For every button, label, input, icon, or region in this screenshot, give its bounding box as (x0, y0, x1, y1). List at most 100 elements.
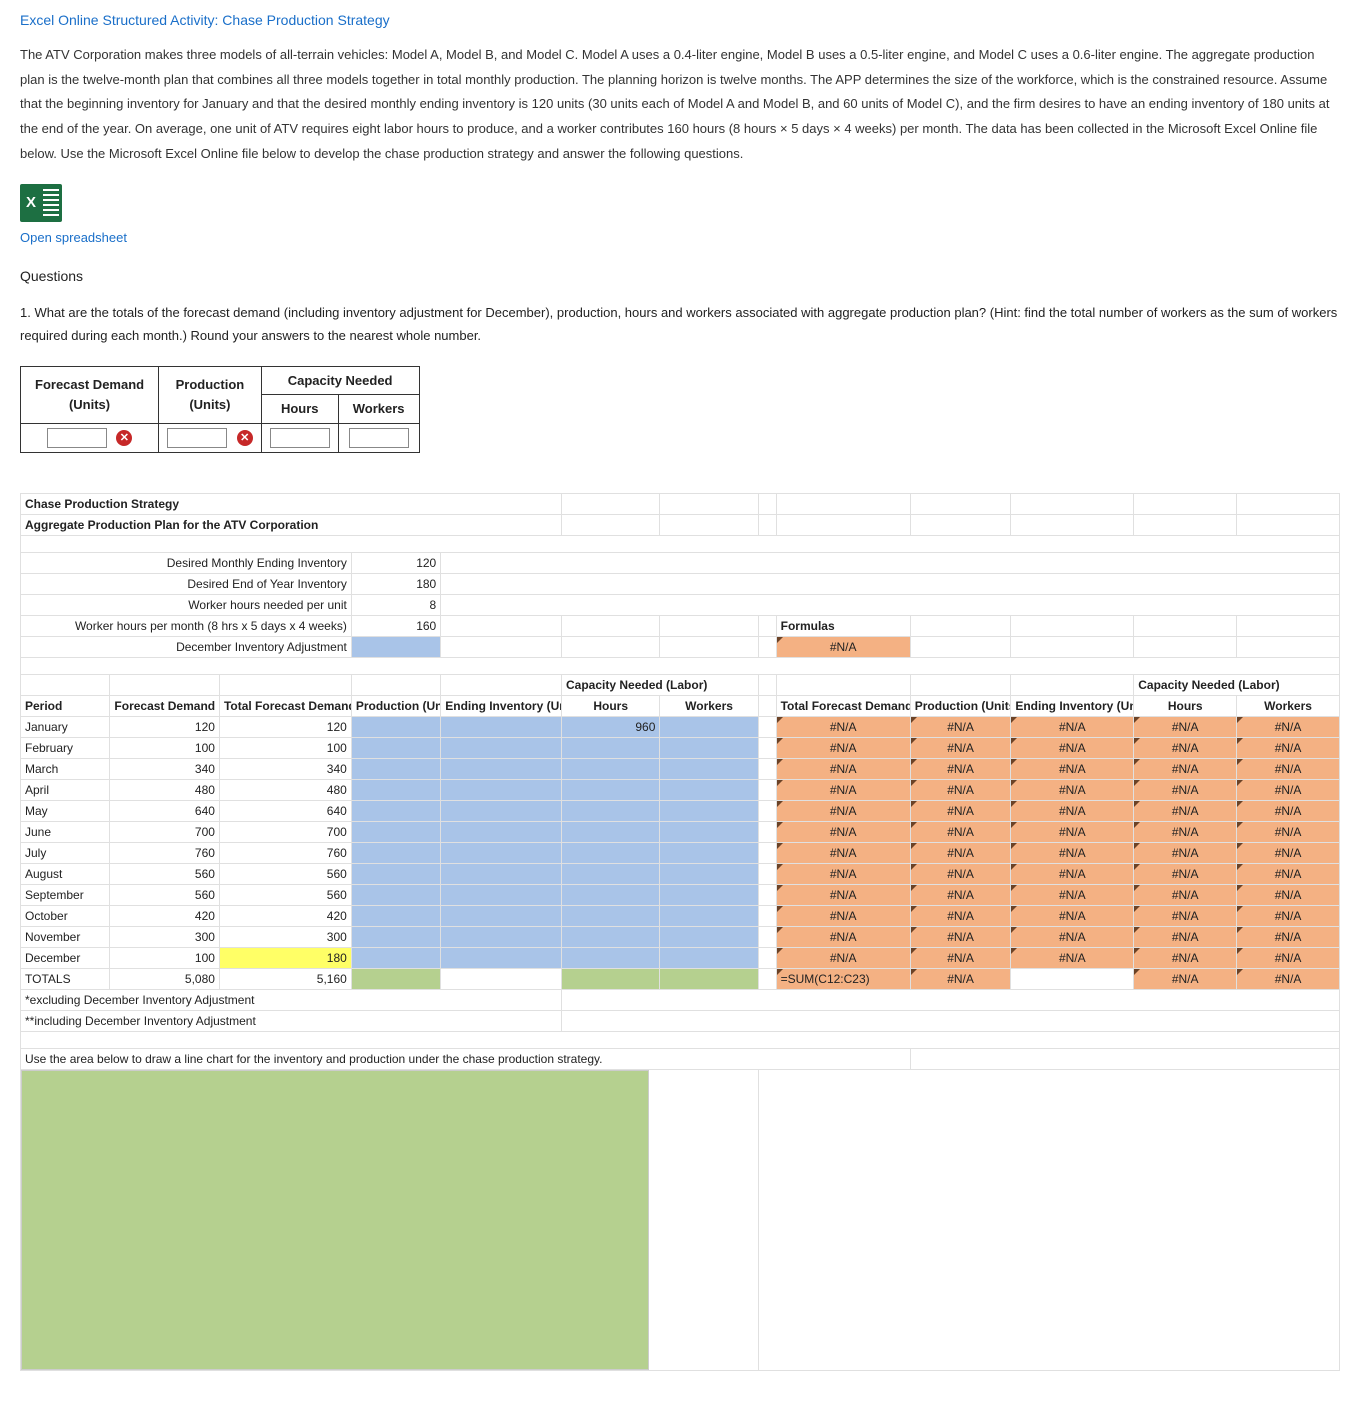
prod-cell[interactable] (351, 737, 440, 758)
prod-cell[interactable] (351, 758, 440, 779)
hours-input[interactable] (270, 428, 330, 448)
prod-cell[interactable] (351, 905, 440, 926)
forecast-demand-input[interactable] (47, 428, 107, 448)
workers-cell[interactable] (660, 947, 758, 968)
tfd-cell: 120 (219, 716, 351, 737)
period-cell: January (21, 716, 110, 737)
formula-cell: #N/A (776, 947, 910, 968)
formula-cell: #N/A (910, 842, 1011, 863)
tfd-cell: 700 (219, 821, 351, 842)
period-cell: February (21, 737, 110, 758)
workers-cell[interactable] (660, 758, 758, 779)
formula-cell: #N/A (776, 884, 910, 905)
wrong-icon: ✕ (116, 430, 132, 446)
hours-cell[interactable] (562, 947, 660, 968)
ei-cell[interactable] (441, 800, 562, 821)
tfd-cell: 180 (219, 947, 351, 968)
workers-cell[interactable] (660, 821, 758, 842)
ei-cell[interactable] (441, 779, 562, 800)
formula-cell: #N/A (910, 800, 1011, 821)
formula-cell: #N/A (1011, 863, 1134, 884)
ei-cell[interactable] (441, 926, 562, 947)
spreadsheet[interactable]: Chase Production Strategy Aggregate Prod… (20, 493, 1340, 1371)
hours-cell[interactable] (562, 884, 660, 905)
totals-label: TOTALS (21, 968, 110, 989)
fd-cell: 560 (110, 884, 220, 905)
activity-title-link[interactable]: Excel Online Structured Activity: Chase … (20, 10, 1344, 31)
workers-cell[interactable] (660, 842, 758, 863)
workers-cell[interactable] (660, 884, 758, 905)
hours-cell[interactable] (562, 821, 660, 842)
workers-cell[interactable] (660, 926, 758, 947)
param-value: 160 (351, 615, 440, 636)
excel-icon[interactable]: X (20, 184, 62, 222)
hours-cell[interactable] (562, 779, 660, 800)
workers-input[interactable] (349, 428, 409, 448)
ei-cell[interactable] (441, 884, 562, 905)
ei-cell[interactable] (441, 842, 562, 863)
formula-cell: #N/A (1011, 905, 1134, 926)
workers-cell[interactable] (660, 863, 758, 884)
open-spreadsheet-link[interactable]: Open spreadsheet (20, 228, 127, 248)
formula-cell: #N/A (1011, 758, 1134, 779)
ans-header-hours: Hours (261, 395, 338, 424)
ei-cell[interactable] (441, 947, 562, 968)
workers-cell[interactable] (660, 716, 758, 737)
hours-cell[interactable] (562, 737, 660, 758)
sheet-title-2: Aggregate Production Plan for the ATV Co… (21, 514, 562, 535)
ei-cell[interactable] (441, 758, 562, 779)
dec-adj-input[interactable] (351, 636, 440, 657)
formula-cell: #N/A (1134, 884, 1237, 905)
param-label: December Inventory Adjustment (21, 636, 352, 657)
questions-heading: Questions (20, 266, 1344, 287)
formula-cell: #N/A (1237, 884, 1340, 905)
footnote-1: *excluding December Inventory Adjustment (21, 989, 562, 1010)
fd-cell: 340 (110, 758, 220, 779)
period-cell: November (21, 926, 110, 947)
period-cell: July (21, 842, 110, 863)
col-prod: Production (Units) (351, 695, 440, 716)
formula-cell: #N/A (910, 968, 1011, 989)
ei-cell[interactable] (441, 863, 562, 884)
formula-cell: #N/A (1237, 821, 1340, 842)
prod-cell[interactable] (351, 800, 440, 821)
workers-cell[interactable] (660, 800, 758, 821)
hours-cell[interactable] (562, 863, 660, 884)
formula-cell: #N/A (910, 863, 1011, 884)
prod-cell[interactable] (351, 821, 440, 842)
ei-cell[interactable] (441, 821, 562, 842)
chart-area[interactable] (21, 1070, 649, 1370)
production-input[interactable] (167, 428, 227, 448)
prod-cell[interactable] (351, 842, 440, 863)
formula-cell: #N/A (1237, 968, 1340, 989)
fd-cell: 700 (110, 821, 220, 842)
hours-cell[interactable] (562, 905, 660, 926)
prod-cell[interactable] (351, 947, 440, 968)
hours-cell[interactable] (562, 800, 660, 821)
ei-cell[interactable] (441, 737, 562, 758)
hours-cell[interactable]: 960 (562, 716, 660, 737)
ei-cell[interactable] (441, 716, 562, 737)
period-cell: August (21, 863, 110, 884)
prod-cell[interactable] (351, 863, 440, 884)
prod-cell[interactable] (351, 779, 440, 800)
ans-header-forecast: Forecast Demand (Units) (21, 366, 159, 423)
ei-cell[interactable] (441, 905, 562, 926)
param-label: Desired Monthly Ending Inventory (21, 552, 352, 573)
formula-cell: #N/A (910, 821, 1011, 842)
hours-cell[interactable] (562, 758, 660, 779)
formula-cell: #N/A (910, 926, 1011, 947)
workers-cell[interactable] (660, 779, 758, 800)
formula-cell: #N/A (776, 821, 910, 842)
fd-cell: 760 (110, 842, 220, 863)
hours-cell[interactable] (562, 842, 660, 863)
prod-cell[interactable] (351, 926, 440, 947)
prod-cell[interactable] (351, 884, 440, 905)
hours-cell[interactable] (562, 926, 660, 947)
formula-cell: #N/A (1237, 905, 1340, 926)
formula-cell: #N/A (910, 947, 1011, 968)
workers-cell[interactable] (660, 737, 758, 758)
workers-cell[interactable] (660, 905, 758, 926)
formula-cell: #N/A (1011, 884, 1134, 905)
prod-cell[interactable] (351, 716, 440, 737)
